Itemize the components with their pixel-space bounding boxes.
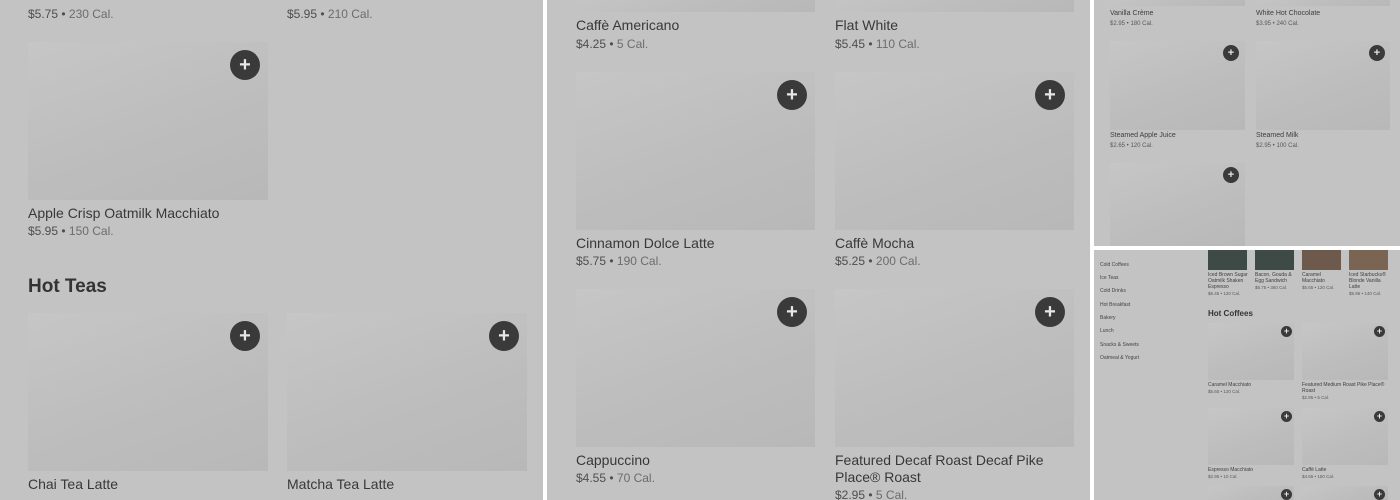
item-name[interactable]: Apple Crisp Oatmilk Macchiato: [28, 205, 219, 221]
add-item-button[interactable]: +: [1223, 45, 1239, 61]
sidebar-item-oatmeal-yogurt[interactable]: Oatmeal & Yogurt: [1100, 355, 1139, 361]
product-image[interactable]: [576, 0, 815, 12]
add-item-button[interactable]: +: [777, 80, 807, 110]
item-name[interactable]: Caffè Latte: [1302, 467, 1386, 473]
section-heading: Hot Teas: [28, 276, 107, 297]
sidebar-item-lunch[interactable]: Lunch: [1100, 328, 1114, 334]
item-meta: $6.45 • 120 Cal.: [1208, 291, 1241, 296]
item-meta: $5.95 • 140 Cal.: [1349, 291, 1382, 296]
add-item-button[interactable]: +: [489, 321, 519, 351]
item-name[interactable]: Flat White: [835, 17, 898, 33]
item-meta: $2.95 • 10 Cal.: [1208, 474, 1238, 479]
item-meta: $5.45 • 110 Cal.: [835, 37, 920, 51]
item-meta: $5.75 • 190 Cal.: [576, 254, 662, 268]
item-meta: $5.65 • 120 Cal.: [1208, 389, 1241, 394]
sidebar-item-cold-coffees[interactable]: Cold Coffees: [1100, 262, 1129, 268]
add-item-button[interactable]: +: [1374, 411, 1385, 422]
item-meta: $5.75 • 230 Cal.: [28, 7, 114, 21]
item-name[interactable]: Featured Medium Roast Pike Place® Roast: [1302, 382, 1388, 394]
item-name[interactable]: Caramel Macchiato: [1208, 382, 1292, 388]
item-name[interactable]: Iced Starbucks® Blonde Vanilla Latte: [1349, 272, 1391, 290]
item-name[interactable]: Bacon, Gouda & Egg Sandwich: [1255, 272, 1297, 284]
item-meta: $4.55 • 70 Cal.: [576, 471, 655, 485]
item-name[interactable]: White Hot Chocolate: [1256, 10, 1320, 17]
product-image[interactable]: [1110, 0, 1245, 6]
add-item-button[interactable]: +: [1223, 167, 1239, 183]
item-name[interactable]: Caffè Americano: [576, 17, 679, 33]
item-name[interactable]: Cinnamon Dolce Latte: [576, 235, 715, 251]
item-meta: $2.65 • 120 Cal.: [1110, 143, 1153, 149]
item-meta: $3.95 • 240 Cal.: [1256, 21, 1299, 27]
item-name[interactable]: Vanilla Crème: [1110, 10, 1153, 17]
product-image[interactable]: [1256, 0, 1390, 6]
add-item-button[interactable]: +: [1035, 297, 1065, 327]
item-name[interactable]: Espresso Macchiato: [1208, 467, 1292, 473]
item-meta: $5.75 • 360 Cal.: [1255, 285, 1288, 290]
product-image[interactable]: [835, 0, 1074, 12]
menu-panel-left: $5.75 • 230 Cal. $5.95 • 210 Cal. + Appl…: [0, 0, 543, 500]
menu-panel-center: Caffè Americano $4.25 • 5 Cal. Flat Whit…: [547, 0, 1090, 500]
add-item-button[interactable]: +: [1035, 80, 1065, 110]
item-meta: $4.65 • 150 Cal.: [1302, 474, 1335, 479]
add-item-button[interactable]: +: [1369, 45, 1385, 61]
item-meta: $5.95 • 210 Cal.: [287, 7, 373, 21]
item-name[interactable]: Matcha Tea Latte: [287, 476, 394, 492]
item-meta: $4.25 • 5 Cal.: [576, 37, 649, 51]
add-item-button[interactable]: +: [230, 321, 260, 351]
item-name[interactable]: Featured Decaf Roast Decaf Pike Place® R…: [835, 452, 1065, 486]
sidebar-item-hot-breakfast[interactable]: Hot Breakfast: [1100, 302, 1130, 308]
featured-image[interactable]: [1349, 250, 1388, 270]
add-item-button[interactable]: +: [1281, 411, 1292, 422]
sidebar-item-ice-teas[interactable]: Ice Teas: [1100, 275, 1119, 281]
featured-image[interactable]: [1255, 250, 1294, 270]
item-meta: $5.65 • 120 Cal.: [1302, 285, 1335, 290]
item-name[interactable]: Caramel Macchiato: [1302, 272, 1344, 284]
add-item-button[interactable]: +: [1281, 489, 1292, 500]
add-item-button[interactable]: +: [777, 297, 807, 327]
item-name[interactable]: Steamed Milk: [1256, 132, 1298, 139]
menu-panel-top-right: Vanilla Crème $2.95 • 180 Cal. White Hot…: [1094, 0, 1400, 246]
item-meta: $2.95 • 100 Cal.: [1256, 143, 1299, 149]
sidebar-item-cold-drinks[interactable]: Cold Drinks: [1100, 288, 1126, 294]
item-name[interactable]: Iced Brown Sugar Oatmilk Shaken Espresso: [1208, 272, 1250, 290]
add-item-button[interactable]: +: [1281, 326, 1292, 337]
sidebar-item-bakery[interactable]: Bakery: [1100, 315, 1116, 321]
menu-panel-bottom-right: Cold Coffees Ice Teas Cold Drinks Hot Br…: [1094, 250, 1400, 500]
item-meta: $5.95 • 150 Cal.: [28, 224, 114, 238]
item-name[interactable]: Cappuccino: [576, 452, 650, 468]
item-name[interactable]: Caffè Mocha: [835, 235, 914, 251]
item-meta: $5.25 • 200 Cal.: [835, 254, 921, 268]
section-heading: Hot Coffees: [1208, 309, 1253, 318]
add-item-button[interactable]: +: [1374, 489, 1385, 500]
sidebar-item-snacks-sweets[interactable]: Snacks & Sweets: [1100, 342, 1139, 348]
item-meta: $2.95 • 180 Cal.: [1110, 21, 1153, 27]
item-meta: $2.95 • 5 Cal.: [1302, 395, 1330, 400]
featured-image[interactable]: [1208, 250, 1247, 270]
add-item-button[interactable]: +: [1374, 326, 1385, 337]
item-name[interactable]: Steamed Apple Juice: [1110, 132, 1176, 139]
item-name[interactable]: Chai Tea Latte: [28, 476, 118, 492]
featured-image[interactable]: [1302, 250, 1341, 270]
item-meta: $2.95 • 5 Cal.: [835, 488, 908, 500]
add-item-button[interactable]: +: [230, 50, 260, 80]
